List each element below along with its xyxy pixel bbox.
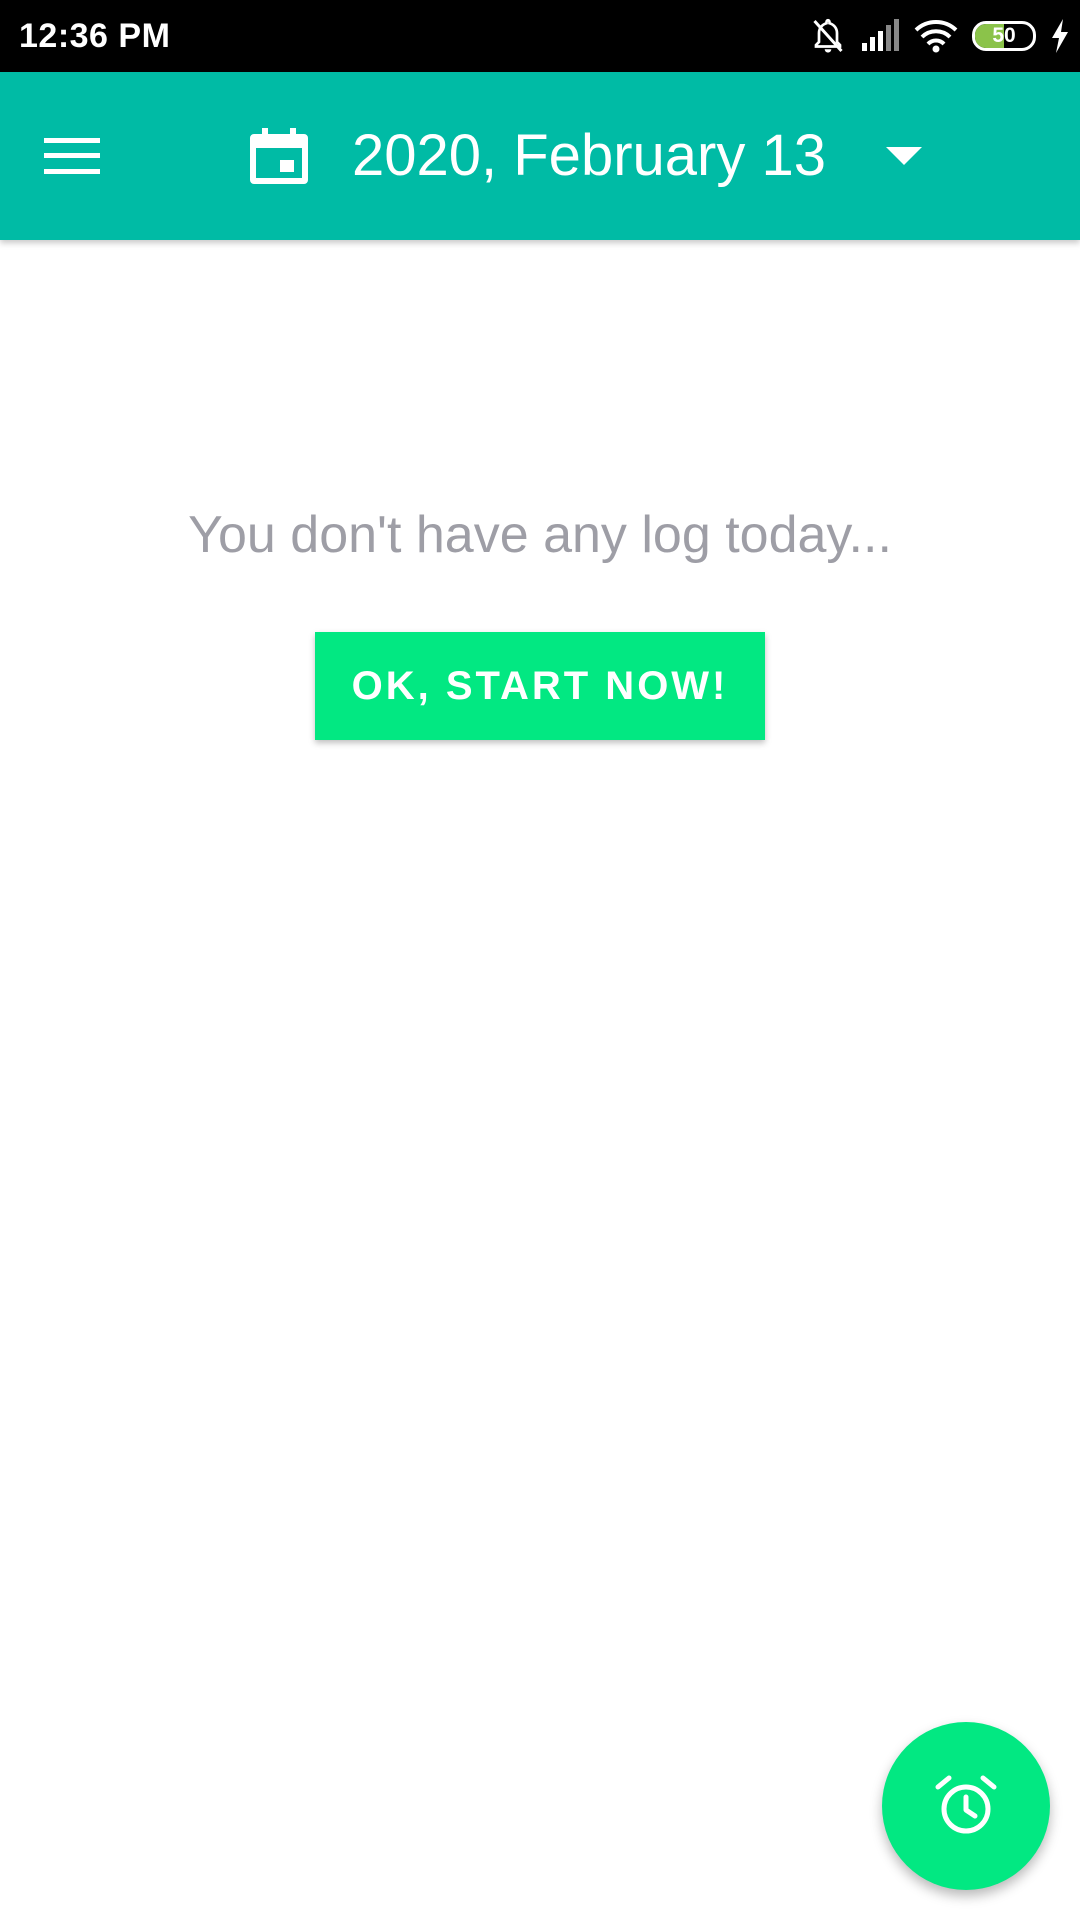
wifi-icon (914, 20, 958, 53)
battery-icon: 50 (972, 21, 1036, 51)
app-bar: 2020, February 13 (0, 72, 1080, 240)
status-bar: 12:36 PM 50 (0, 0, 1080, 72)
fab-alarm-button[interactable] (882, 1722, 1050, 1890)
calendar-icon (250, 128, 308, 184)
screen: 12:36 PM 50 2020, February 13 You don't … (0, 0, 1080, 1920)
cellular-signal-icon (862, 19, 899, 51)
hamburger-menu-icon (44, 138, 100, 174)
notifications-off-icon (813, 18, 843, 53)
dropdown-arrow-icon[interactable] (885, 147, 922, 165)
battery-level: 50 (992, 24, 1016, 47)
start-now-button[interactable]: OK, START NOW! (315, 632, 765, 740)
menu-button[interactable] (24, 108, 120, 204)
status-time: 12:36 PM (19, 17, 171, 55)
alarm-clock-icon (935, 1775, 997, 1834)
charging-bolt-icon (1052, 19, 1068, 53)
date-label: 2020, February 13 (352, 123, 826, 188)
status-icons: 50 (796, 14, 1070, 58)
date-selector[interactable]: 2020, February 13 (250, 106, 922, 206)
empty-state-message: You don't have any log today... (188, 506, 892, 564)
